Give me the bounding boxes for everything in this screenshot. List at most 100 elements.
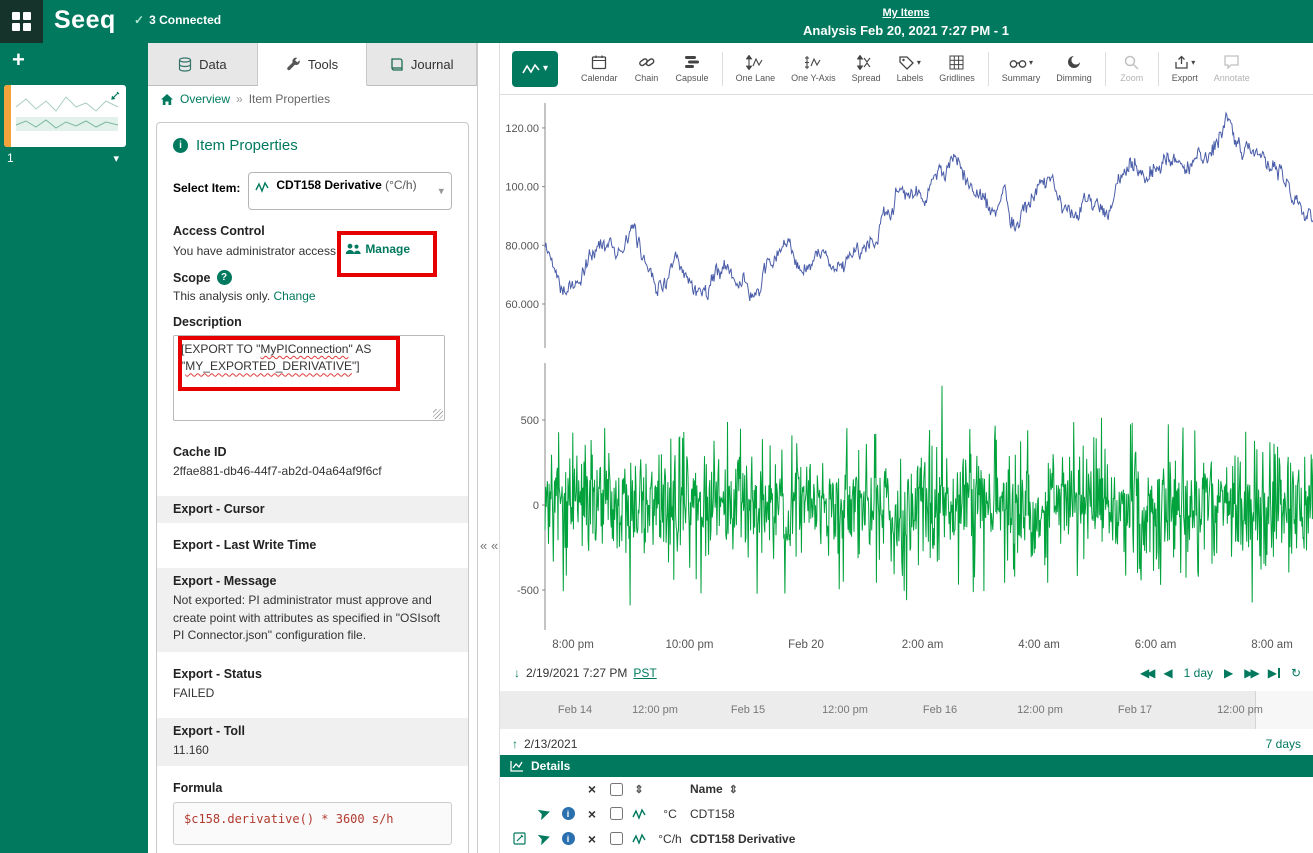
trend-chart[interactable]: 120.00100.0080.00060.0005000-5008:00 pm1… (500, 95, 1313, 660)
people-icon (345, 243, 361, 255)
apps-menu-button[interactable] (0, 0, 43, 43)
select-all-checkbox[interactable] (610, 783, 623, 796)
sort-name-button[interactable]: ⇕ (729, 783, 738, 796)
timebar-track[interactable]: Feb 14 12:00 pm Feb 15 12:00 pm Feb 16 1… (500, 691, 1313, 729)
my-items-link[interactable]: My Items (882, 7, 929, 19)
step-size-label[interactable]: 1 day (1184, 666, 1213, 680)
breadcrumb: Overview » Item Properties (148, 86, 477, 112)
jump-icon[interactable] (532, 832, 556, 845)
svg-text:100.00: 100.00 (505, 182, 539, 194)
display-range-start: ↓ 2/19/2021 7:27 PM PST (514, 666, 657, 680)
display-range-start-value[interactable]: 2/19/2021 7:27 PM (526, 666, 627, 680)
description-misspelled-word: MY_EXPORTED_DERIVATIVE (185, 359, 352, 373)
toolbar-button-summary[interactable]: ▾ Summary (995, 51, 1048, 86)
chevron-down-icon[interactable]: ▾ (113, 152, 119, 165)
select-signal-checkbox[interactable] (610, 807, 623, 820)
worksheet-thumbnail[interactable] (4, 85, 126, 147)
step-forward-fast-button[interactable]: ▶▶ (1244, 666, 1256, 680)
toolbar-button-spread[interactable]: Spread (845, 51, 888, 86)
info-icon[interactable]: i (556, 832, 580, 845)
manage-link[interactable]: Manage (345, 242, 410, 256)
details-row-cdt158-derivative[interactable]: i × °C/h CDT158 Derivative (500, 826, 1313, 851)
toolbar-button-one-lane[interactable]: One Lane (729, 51, 783, 86)
chevron-down-icon: ▾ (543, 63, 548, 74)
timebar-tick: 12:00 pm (1017, 704, 1063, 716)
scope-label: Scope ? (173, 270, 452, 285)
step-forward-button[interactable]: ▶ (1224, 666, 1233, 680)
name-column-header[interactable]: Name⇕ (690, 782, 1313, 796)
textarea-resize-handle[interactable] (433, 409, 443, 419)
down-arrow-icon: ↓ (514, 666, 520, 680)
step-back-button[interactable]: ◀ (1163, 666, 1172, 680)
select-signal-checkbox[interactable] (610, 832, 623, 845)
chevron-down-icon: ▾ (438, 185, 444, 198)
details-row-cdt158[interactable]: i × °C CDT158 (500, 801, 1313, 826)
svg-text:-500: -500 (517, 585, 539, 597)
toolbar-button-capsule[interactable]: Capsule (669, 51, 716, 86)
svg-text:0: 0 (533, 500, 539, 512)
item-select-dropdown[interactable]: CDT158 Derivative (°C/h) ▾ (248, 172, 452, 210)
tab-journal[interactable]: Journal (367, 43, 477, 85)
analysis-title[interactable]: Analysis Feb 20, 2021 7:27 PM - 1 (803, 23, 1009, 38)
signal-icon (255, 181, 270, 193)
tab-tools[interactable]: Tools (258, 43, 368, 86)
remove-icon[interactable]: × (580, 831, 604, 847)
toolbar-button-export[interactable]: ▾ Export (1165, 51, 1205, 86)
svg-text:80.000: 80.000 (505, 240, 539, 252)
investigate-timebar: Feb 14 12:00 pm Feb 15 12:00 pm Feb 16 1… (500, 686, 1313, 733)
panel-tabs: Data Tools Journal (148, 43, 477, 86)
investigate-start-value[interactable]: 2/13/2021 (524, 737, 577, 751)
investigate-duration[interactable]: 7 days (1266, 737, 1301, 751)
jump-icon[interactable] (532, 807, 556, 820)
connection-status[interactable]: ✓ 3 Connected (134, 13, 221, 27)
toolbar-separator (988, 52, 989, 86)
toolbar-button-zoom[interactable]: Zoom (1112, 51, 1152, 86)
edit-icon[interactable] (506, 832, 532, 845)
svg-text:500: 500 (521, 415, 539, 427)
toolbar-button-chain[interactable]: Chain (627, 51, 667, 86)
collapse-panel-button-2[interactable]: « (491, 538, 498, 553)
description-textarea[interactable]: [EXPORT TO "MyPIConnection" AS "MY_EXPOR… (173, 335, 445, 421)
auto-update-button[interactable]: ↻ (1291, 666, 1301, 680)
sort-type-button[interactable]: ⇕ (628, 783, 650, 796)
remove-icon[interactable]: × (580, 806, 604, 822)
details-icon (510, 760, 524, 772)
step-back-fast-button[interactable]: ◀◀ (1140, 666, 1152, 680)
signal-name[interactable]: CDT158 (690, 807, 1313, 821)
database-icon (178, 57, 192, 72)
home-icon[interactable] (160, 93, 174, 106)
remove-all-column-header[interactable]: × (580, 781, 604, 797)
info-icon[interactable]: i (556, 807, 580, 820)
card-title: i Item Properties (173, 137, 452, 154)
breadcrumb-overview-link[interactable]: Overview (180, 92, 230, 106)
formula-code[interactable]: $c158.derivative() * 3600 s/h (173, 802, 452, 845)
toolbar-button-annotate[interactable]: Annotate (1207, 51, 1257, 86)
toolbar-button-labels[interactable]: ▾ Labels (890, 51, 931, 86)
worksheet-view-button[interactable]: ▾ (512, 51, 558, 87)
toolbar-button-calendar[interactable]: Calendar (574, 51, 625, 86)
signal-name[interactable]: CDT158 Derivative (690, 832, 1313, 846)
change-scope-link[interactable]: Change (274, 289, 316, 303)
description-label: Description (173, 315, 452, 329)
add-worksheet-button[interactable]: + (0, 43, 30, 73)
svg-text:10:00 pm: 10:00 pm (666, 639, 714, 651)
toolbar-button-one-y-axis[interactable]: One Y-Axis (784, 51, 843, 86)
question-icon[interactable]: ? (217, 270, 232, 285)
collapse-panel-button[interactable]: « (480, 538, 487, 553)
signal-icon (628, 808, 650, 820)
timebar-selected-range[interactable] (1255, 691, 1313, 729)
trend-icon (522, 63, 540, 75)
tab-journal-label: Journal (411, 57, 454, 72)
details-panel-header[interactable]: Details (500, 755, 1313, 777)
up-arrow-icon: ↑ (512, 737, 518, 751)
topbar: Seeq ✓ 3 Connected My Items Analysis Feb… (0, 0, 1313, 43)
toolbar-button-gridlines[interactable]: Gridlines (932, 51, 982, 86)
wrench-icon (286, 57, 301, 72)
tab-data[interactable]: Data (148, 43, 258, 85)
description-text: " AS (348, 342, 371, 356)
timezone-link[interactable]: PST (633, 666, 656, 680)
card-title-label: Item Properties (196, 137, 298, 154)
toolbar-button-dimming[interactable]: Dimming (1049, 51, 1099, 86)
item-properties-card: i Item Properties Select Item: CDT158 De… (156, 122, 469, 853)
step-to-end-button[interactable]: ▶ (1268, 666, 1280, 680)
